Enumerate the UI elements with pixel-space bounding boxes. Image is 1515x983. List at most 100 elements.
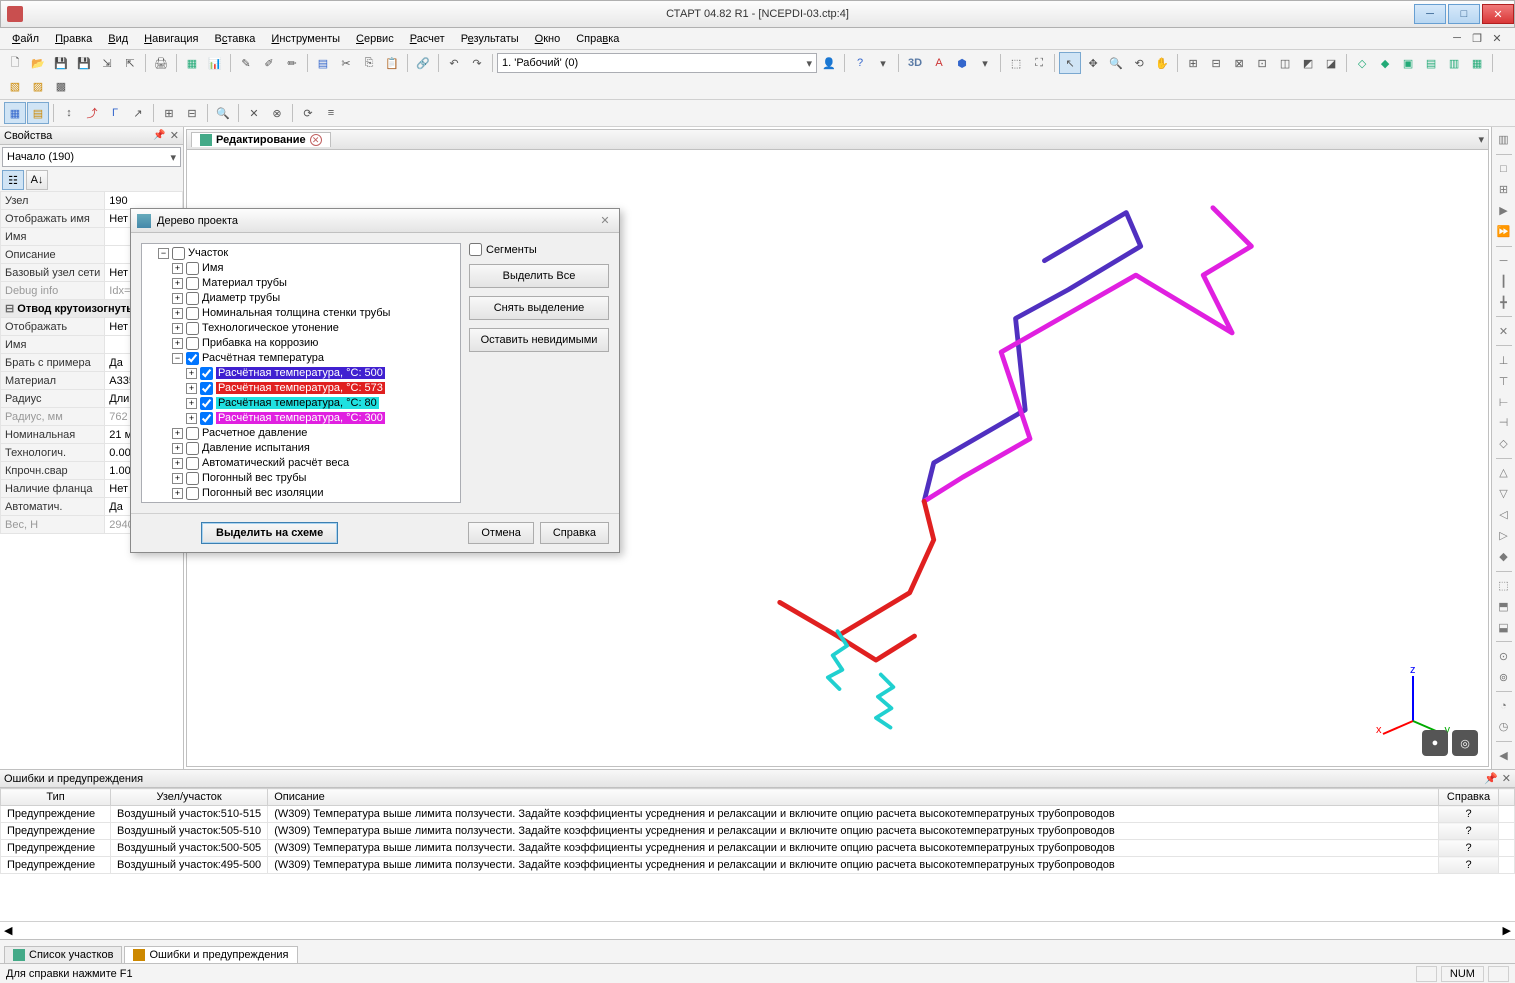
s-g-icon[interactable]: ⊞ — [158, 102, 180, 124]
rv-i-icon[interactable]: ✕ — [1494, 322, 1514, 340]
t-g-icon[interactable]: ◪ — [1320, 52, 1342, 74]
properties-combo[interactable]: Начало (190)▾ — [2, 147, 181, 167]
rv-u-icon[interactable]: ⬒ — [1494, 597, 1514, 615]
rv-s-icon[interactable]: ◆ — [1494, 548, 1514, 566]
paste-icon[interactable]: 📋 — [381, 52, 403, 74]
rv-l-icon[interactable]: ⊢ — [1494, 393, 1514, 411]
target-icon[interactable]: ◎ — [1452, 730, 1478, 756]
mdi-restore-icon[interactable]: ❐ — [1469, 32, 1485, 45]
t-e-icon[interactable]: ◫ — [1274, 52, 1296, 74]
err-left-icon[interactable]: ◀ — [4, 924, 12, 937]
zoom-rect-icon[interactable]: ⬚ — [1005, 52, 1027, 74]
select-all-button[interactable]: Выделить Все — [469, 264, 609, 288]
s-h-icon[interactable]: ⊟ — [181, 102, 203, 124]
edit1-icon[interactable]: ✎ — [235, 52, 257, 74]
alphabetical-icon[interactable]: A↓ — [26, 170, 48, 190]
tab-sections-list[interactable]: Список участков — [4, 946, 122, 963]
s-b-icon[interactable]: ▤ — [27, 102, 49, 124]
s-j-icon[interactable]: ✕ — [243, 102, 265, 124]
rv-b-icon[interactable]: □ — [1494, 160, 1514, 178]
t-k-icon[interactable]: ▤ — [1420, 52, 1442, 74]
categorized-icon[interactable]: ☷ — [2, 170, 24, 190]
err-close-icon[interactable]: ✕ — [1502, 772, 1511, 785]
s-f-icon[interactable]: ↗ — [127, 102, 149, 124]
menu-insert[interactable]: Вставка — [207, 31, 264, 47]
help-cell[interactable]: ? — [1439, 857, 1499, 874]
s-m-icon[interactable]: ≡ — [320, 102, 342, 124]
mode-combo[interactable]: 1. 'Рабочий' (0)▾ — [497, 53, 817, 73]
print-icon[interactable]: 🖨 — [150, 52, 172, 74]
dialog-titlebar[interactable]: Дерево проекта ✕ — [131, 209, 619, 233]
t-i-icon[interactable]: ◆ — [1374, 52, 1396, 74]
rv-last-icon[interactable]: ◀ — [1494, 747, 1514, 765]
edit2-icon[interactable]: ✐ — [258, 52, 280, 74]
rv-c-icon[interactable]: ⊞ — [1494, 181, 1514, 199]
err-right-icon[interactable]: ▶ — [1503, 924, 1511, 937]
3d-button[interactable]: 3D — [903, 52, 927, 74]
new-icon[interactable]: 🗋 — [4, 52, 26, 74]
t-f-icon[interactable]: ◩ — [1297, 52, 1319, 74]
prop-val[interactable]: 190 — [105, 192, 183, 210]
rv-v-icon[interactable]: ⬓ — [1494, 618, 1514, 636]
pointer-icon[interactable]: ↖ — [1059, 52, 1081, 74]
help-cell[interactable]: ? — [1439, 823, 1499, 840]
error-row[interactable]: ПредупреждениеВоздушный участок:500-505(… — [1, 840, 1515, 857]
s-d-icon[interactable]: ⤴ — [81, 102, 103, 124]
error-row[interactable]: ПредупреждениеВоздушный участок:505-510(… — [1, 823, 1515, 840]
t-n-icon[interactable]: ▧ — [4, 75, 26, 97]
rv-o-icon[interactable]: △ — [1494, 464, 1514, 482]
error-row[interactable]: ПредупреждениеВоздушный участок:510-515(… — [1, 806, 1515, 823]
rv-a-icon[interactable]: ▥ — [1494, 131, 1514, 149]
rotate-icon[interactable]: ⟲ — [1128, 52, 1150, 74]
mdi-minimize-icon[interactable]: ─ — [1449, 32, 1465, 45]
dialog-close-icon[interactable]: ✕ — [597, 214, 613, 227]
t-l-icon[interactable]: ▥ — [1443, 52, 1465, 74]
project-tree[interactable]: −Участок +Имя+Материал трубы+Диаметр тру… — [141, 243, 461, 503]
menu-view[interactable]: Вид — [100, 31, 136, 47]
s-c-icon[interactable]: ↕ — [58, 102, 80, 124]
zoom-icon[interactable]: 🔍 — [1105, 52, 1127, 74]
undo-icon[interactable]: ↶ — [443, 52, 465, 74]
dropdown-icon[interactable]: ▾ — [872, 52, 894, 74]
open-icon[interactable]: 📂 — [27, 52, 49, 74]
error-row[interactable]: ПредупреждениеВоздушный участок:495-500(… — [1, 857, 1515, 874]
save-icon[interactable]: 💾 — [50, 52, 72, 74]
rv-w-icon[interactable]: ⊙ — [1494, 647, 1514, 665]
grid-icon[interactable]: ▦ — [181, 52, 203, 74]
s-e-icon[interactable]: Г — [104, 102, 126, 124]
tab-errors[interactable]: Ошибки и предупреждения — [124, 946, 297, 963]
menu-edit[interactable]: Правка — [47, 31, 100, 47]
help-button[interactable]: Справка — [540, 522, 609, 544]
t-d-icon[interactable]: ⊡ — [1251, 52, 1273, 74]
rv-m-icon[interactable]: ⊣ — [1494, 414, 1514, 432]
rv-j-icon[interactable]: ⊥ — [1494, 351, 1514, 369]
rv-d-icon[interactable]: ▶ — [1494, 202, 1514, 220]
move-icon[interactable]: ✥ — [1082, 52, 1104, 74]
help-cell[interactable]: ? — [1439, 840, 1499, 857]
mdi-close-icon[interactable]: ✕ — [1489, 32, 1505, 45]
col-help[interactable]: Справка — [1439, 789, 1499, 806]
cut-icon[interactable]: ✂ — [335, 52, 357, 74]
menu-service[interactable]: Сервис — [348, 31, 402, 47]
rv-h-icon[interactable]: ╋ — [1494, 293, 1514, 311]
rv-z-icon[interactable]: ◷ — [1494, 718, 1514, 736]
t-j-icon[interactable]: ▣ — [1397, 52, 1419, 74]
s-l-icon[interactable]: ⟳ — [297, 102, 319, 124]
rv-f-icon[interactable]: ─ — [1494, 252, 1514, 270]
t-c-icon[interactable]: ⊠ — [1228, 52, 1250, 74]
link-icon[interactable]: 🔗 — [412, 52, 434, 74]
import-icon[interactable]: ⇱ — [119, 52, 141, 74]
zoom-fit-icon[interactable]: ⛶ — [1028, 52, 1050, 74]
export-icon[interactable]: ⇲ — [96, 52, 118, 74]
rv-e-icon[interactable]: ⏩ — [1494, 223, 1514, 241]
menu-file[interactable]: Файл — [4, 31, 47, 47]
cube-icon[interactable]: ⬢ — [951, 52, 973, 74]
segments-checkbox[interactable]: Сегменты — [469, 243, 609, 256]
copy-icon[interactable]: ⎘ — [358, 52, 380, 74]
rv-n-icon[interactable]: ◇ — [1494, 435, 1514, 453]
pin-icon[interactable]: 📌 — [153, 130, 165, 141]
help-icon[interactable]: ? — [849, 52, 871, 74]
rv-k-icon[interactable]: ⊤ — [1494, 372, 1514, 390]
menu-window[interactable]: Окно — [527, 31, 569, 47]
s-a-icon[interactable]: ▦ — [4, 102, 26, 124]
